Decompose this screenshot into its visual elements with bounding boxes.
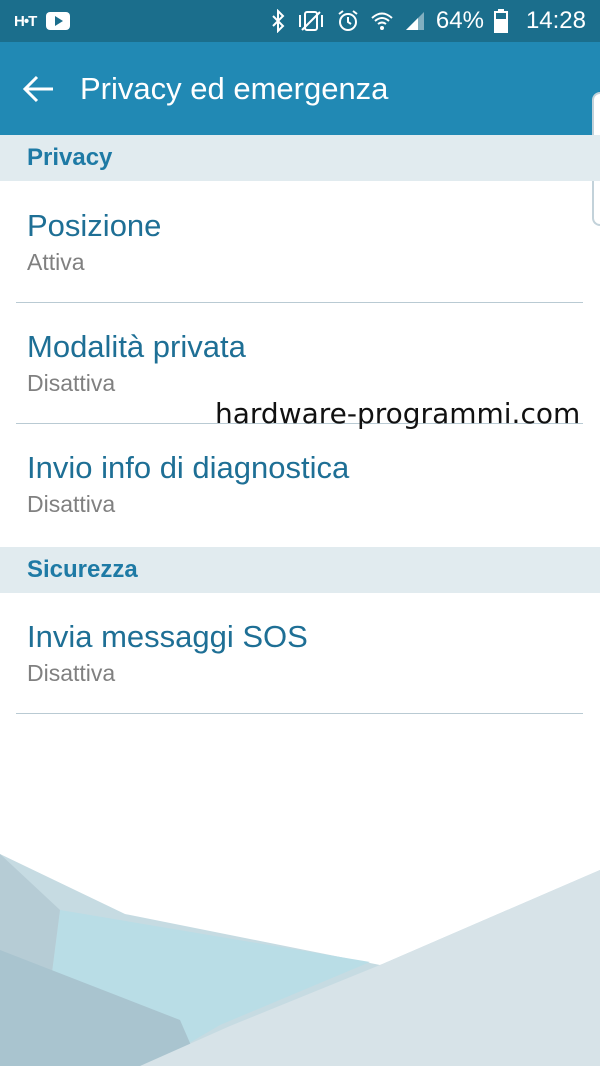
- setting-item-modalita-privata[interactable]: Modalità privata Disattiva: [0, 331, 600, 395]
- setting-title: Invia messaggi SOS: [27, 619, 308, 654]
- setting-item-posizione[interactable]: Posizione Attiva: [0, 210, 600, 274]
- brand-logo-icon: H•T: [14, 12, 37, 30]
- setting-item-invia-messaggi-sos[interactable]: Invia messaggi SOS Disattiva: [0, 621, 600, 685]
- vibrate-icon: [296, 9, 326, 33]
- setting-title: Invio info di diagnostica: [27, 450, 350, 485]
- status-bar-left: H•T: [14, 12, 71, 30]
- bluetooth-icon: [270, 9, 286, 33]
- battery-percentage: 64%: [435, 7, 484, 34]
- status-bar: H•T 64% 14:28: [0, 0, 600, 42]
- battery-icon: [493, 9, 508, 33]
- setting-status: Disattiva: [27, 660, 116, 686]
- alarm-icon: [336, 9, 360, 33]
- divider: [16, 302, 583, 303]
- section-header-privacy: Privacy: [0, 135, 600, 181]
- signal-icon: [404, 10, 426, 32]
- setting-item-invio-info-diagnostica[interactable]: Invio info di diagnostica Disattiva: [0, 452, 600, 516]
- wifi-icon: [370, 9, 394, 33]
- section-header-sicurezza: Sicurezza: [0, 547, 600, 593]
- setting-title: Modalità privata: [27, 329, 246, 364]
- setting-status: Disattiva: [27, 370, 116, 396]
- back-arrow-icon[interactable]: [22, 69, 62, 109]
- setting-status: Attiva: [27, 249, 85, 275]
- youtube-icon: [46, 12, 71, 30]
- status-bar-right: 64% 14:28: [270, 7, 586, 35]
- watermark: hardware-programmi.com: [215, 397, 581, 430]
- setting-status: Disattiva: [27, 491, 116, 517]
- background-wallpaper: [0, 854, 600, 1066]
- divider: [16, 713, 583, 714]
- setting-title: Posizione: [27, 208, 162, 243]
- page-title: Privacy ed emergenza: [80, 70, 389, 106]
- app-bar: Privacy ed emergenza: [0, 42, 600, 135]
- clock: 14:28: [525, 7, 586, 34]
